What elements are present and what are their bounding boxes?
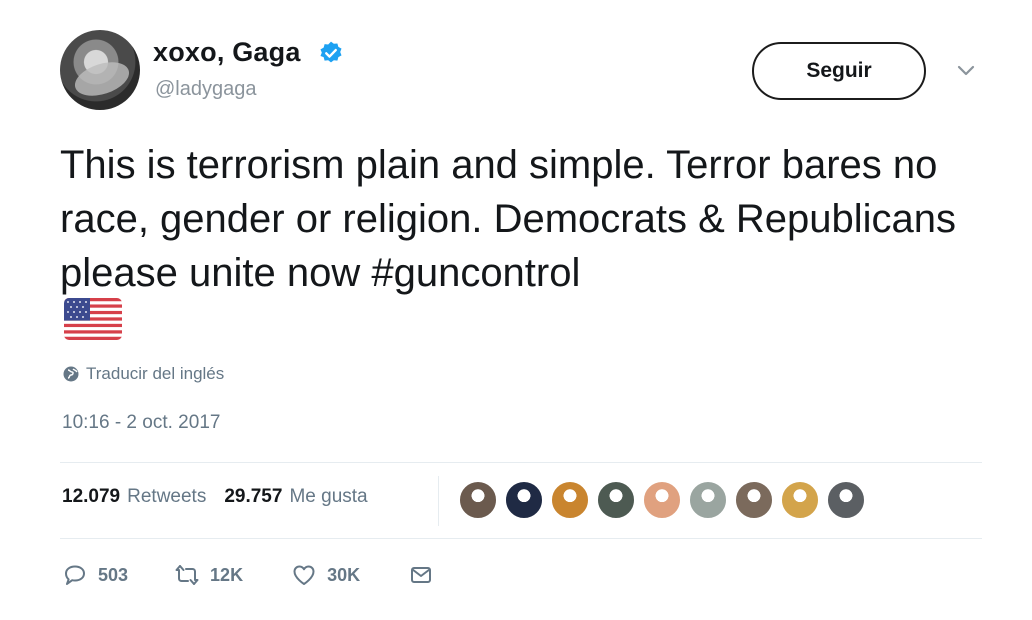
follow-button[interactable]: Seguir (752, 42, 926, 100)
retweet-count: 12K (210, 564, 244, 585)
like-button[interactable]: 30K (291, 562, 360, 588)
liker-avatar[interactable] (596, 480, 636, 520)
avatar[interactable] (60, 30, 140, 110)
heart-icon (293, 565, 315, 585)
liker-avatar[interactable] (688, 480, 728, 520)
chevron-down-icon[interactable] (956, 64, 976, 78)
retweet-icon (175, 565, 199, 585)
display-name[interactable]: xoxo, Gaga (153, 37, 301, 68)
likes-count: 29.757 (224, 486, 283, 507)
envelope-icon (411, 567, 432, 583)
engagement-stats: 12.079 Retweets 29.757 Me gusta (62, 486, 368, 508)
retweet-button[interactable]: 12K (174, 562, 243, 588)
divider (60, 462, 982, 463)
reply-count: 503 (98, 564, 129, 585)
retweets-stat[interactable]: 12.079 Retweets (62, 486, 206, 508)
us-flag-icon (64, 298, 122, 340)
reply-icon (65, 565, 85, 585)
liker-avatar[interactable] (458, 480, 498, 520)
retweets-label: Retweets (127, 486, 207, 507)
liker-avatar[interactable] (642, 480, 682, 520)
tweet-text: This is terrorism plain and simple. Terr… (60, 143, 956, 295)
translate-link[interactable]: Traducir del inglés (62, 364, 224, 384)
retweets-count: 12.079 (62, 486, 121, 507)
globe-icon (63, 366, 79, 382)
liker-avatar[interactable] (780, 480, 820, 520)
divider (438, 476, 439, 526)
liker-avatar[interactable] (734, 480, 774, 520)
translate-label[interactable]: Traducir del inglés (86, 364, 224, 384)
direct-message-button[interactable] (408, 562, 434, 588)
liker-avatar[interactable] (504, 480, 544, 520)
handle[interactable]: @ladygaga (155, 78, 256, 101)
action-bar: 503 12K 30K (62, 562, 434, 588)
likes-label: Me gusta (289, 486, 368, 507)
timestamp[interactable]: 10:16 - 2 oct. 2017 (62, 412, 220, 434)
liker-avatar[interactable] (826, 480, 866, 520)
verified-badge-icon (320, 41, 342, 63)
reply-button[interactable]: 503 (62, 562, 128, 588)
like-count: 30K (327, 564, 361, 585)
likes-stat[interactable]: 29.757 Me gusta (224, 486, 367, 508)
liker-avatars (458, 480, 866, 520)
divider (60, 538, 982, 539)
liker-avatar[interactable] (550, 480, 590, 520)
